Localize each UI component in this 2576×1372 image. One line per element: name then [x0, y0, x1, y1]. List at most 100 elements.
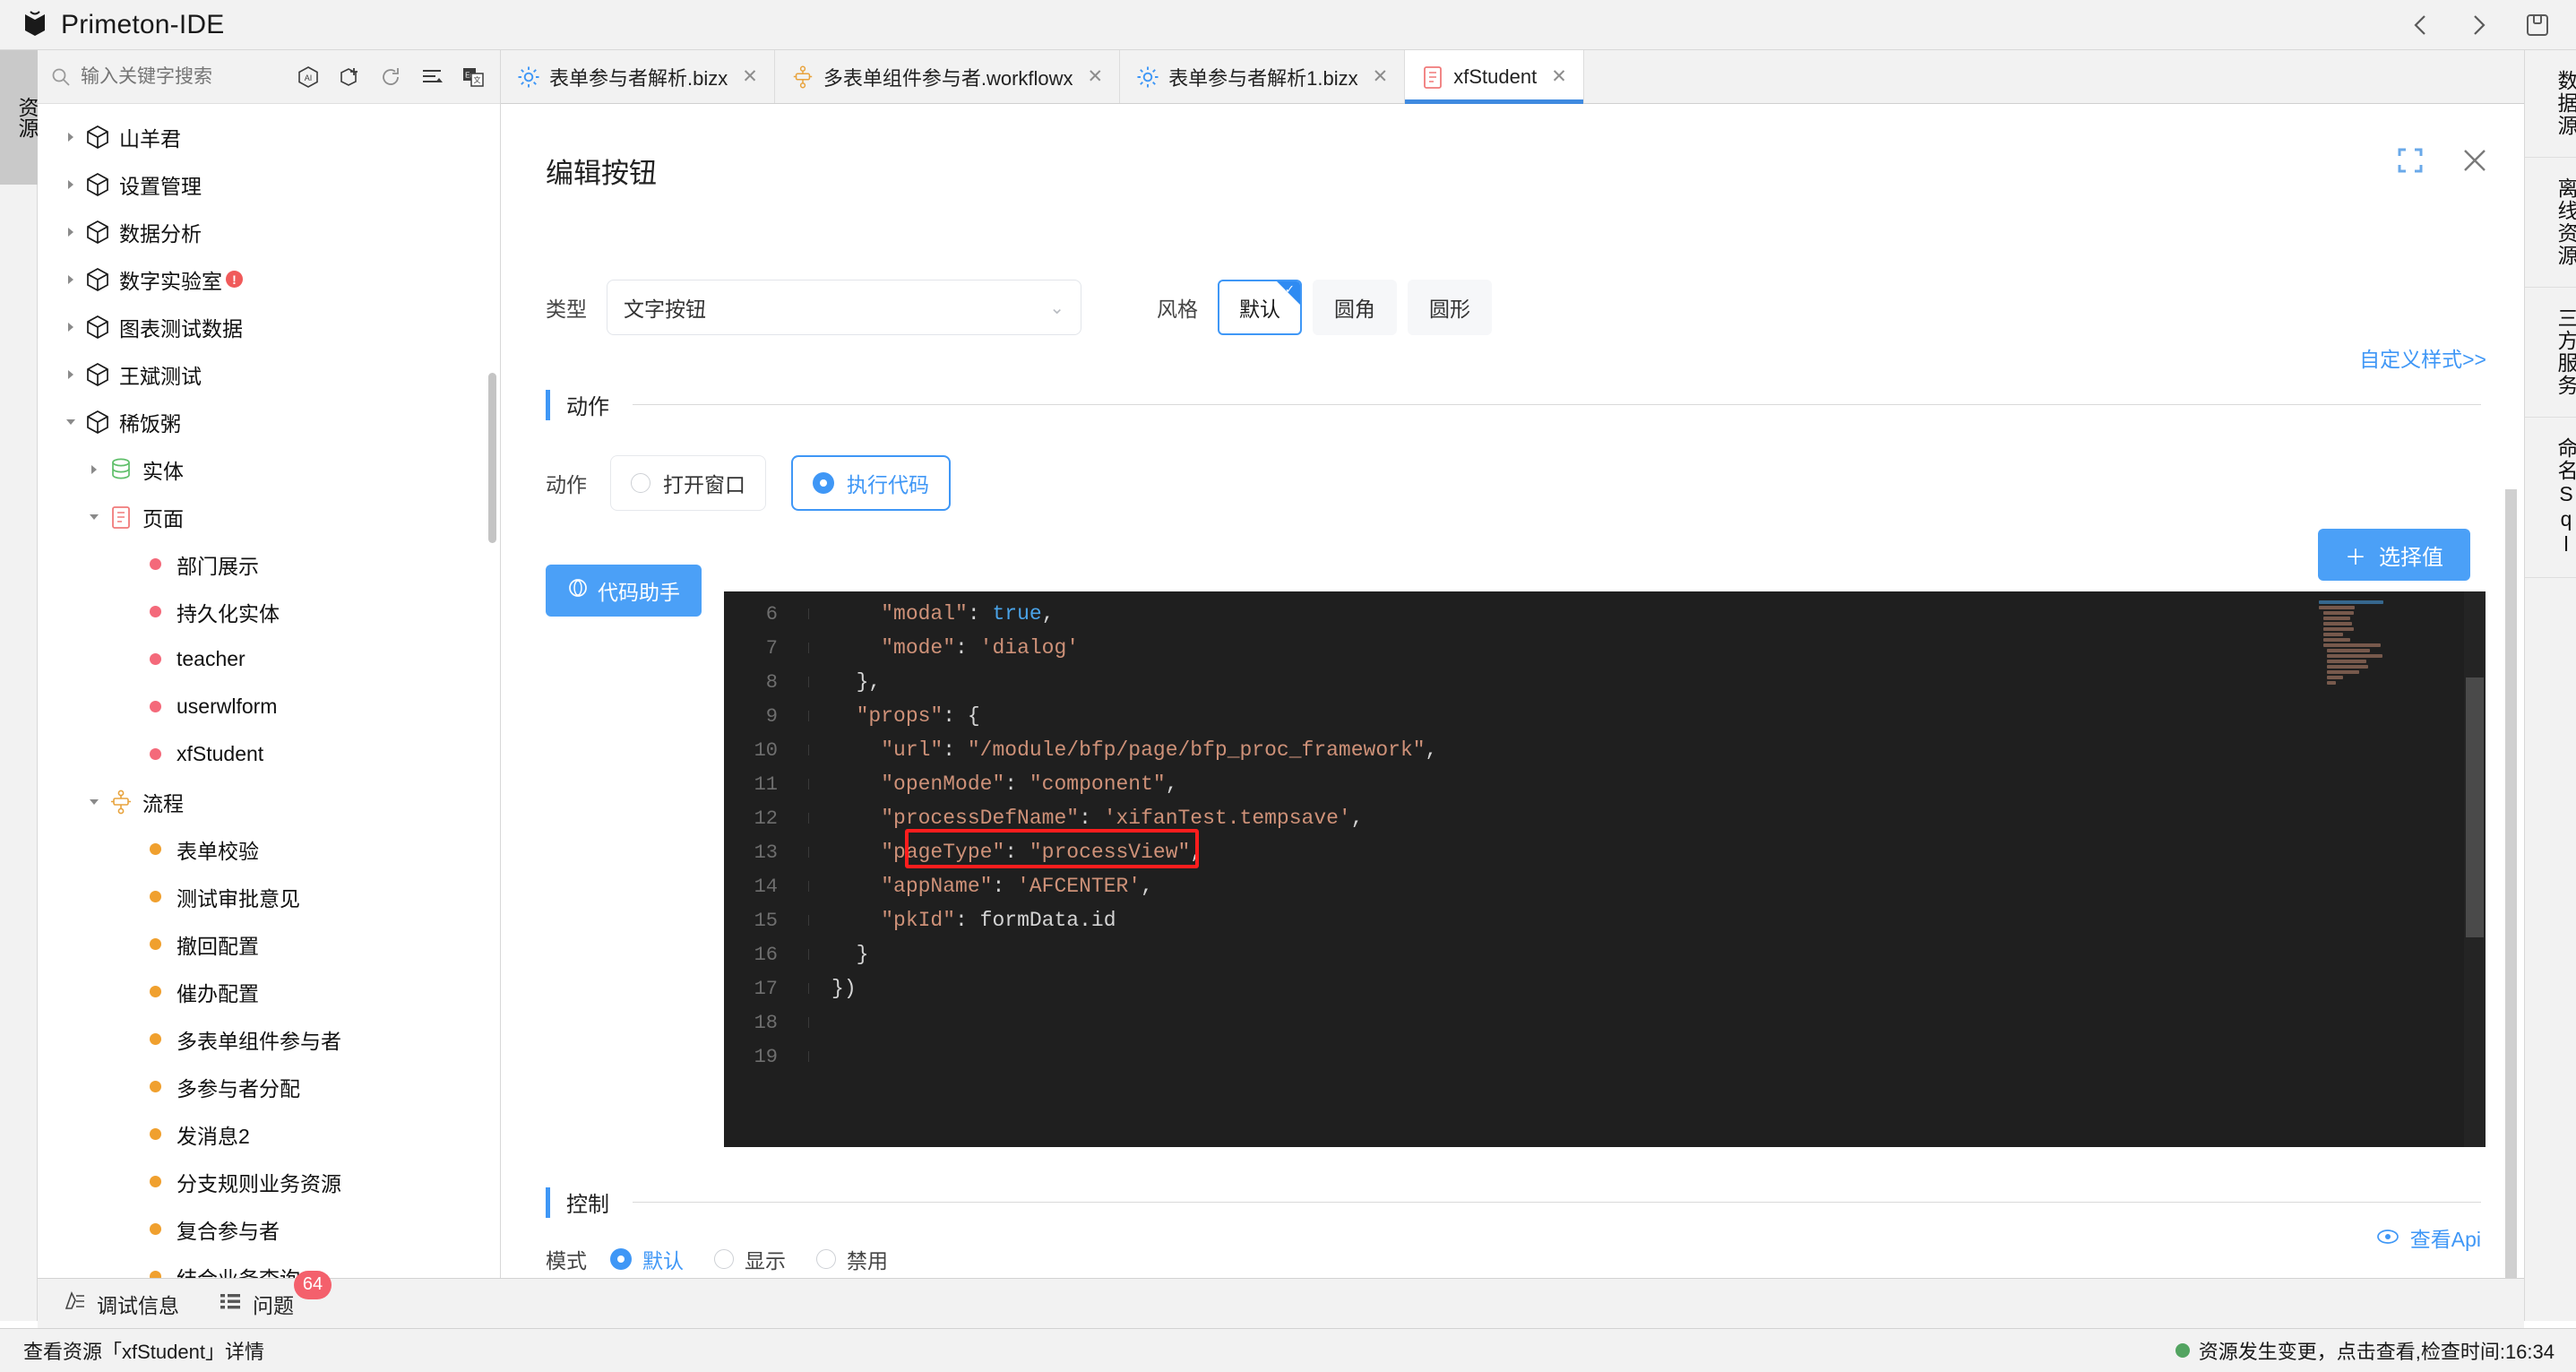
- tree-item-结合业务查询[interactable]: 结合业务查询: [38, 1253, 500, 1278]
- code-line-11[interactable]: 11 "openMode": "component",: [724, 767, 2486, 801]
- status-left-text[interactable]: 查看资源「xfStudent」详情: [23, 1336, 264, 1365]
- tree-item-撤回配置[interactable]: 撤回配置: [38, 920, 500, 968]
- close-icon[interactable]: ✕: [1373, 65, 1389, 88]
- chevron-right-icon[interactable]: [61, 365, 81, 384]
- action-option-打开窗口[interactable]: 打开窗口: [610, 455, 766, 511]
- tree-item-多参与者分配[interactable]: 多参与者分配: [38, 1063, 500, 1110]
- type-select[interactable]: 文字按钮 ⌄: [607, 280, 1081, 335]
- tree-item-稀饭粥[interactable]: 稀饭粥: [38, 398, 500, 445]
- view-api-link[interactable]: 查看Api: [2410, 1222, 2481, 1253]
- sidebar-scrollbar[interactable]: [488, 373, 496, 543]
- right-rail-tab-命名Sql[interactable]: 命名Sql: [2525, 418, 2576, 578]
- right-rail-tab-离线资源[interactable]: 离线资源: [2525, 158, 2576, 288]
- tree-item-发消息2[interactable]: 发消息2: [38, 1110, 500, 1158]
- code-assistant-button[interactable]: 代码助手: [546, 565, 702, 617]
- tree-item-王斌测试[interactable]: 王斌测试: [38, 350, 500, 398]
- action-option-执行代码[interactable]: 执行代码: [791, 455, 951, 511]
- tree-item-山羊君[interactable]: 山羊君: [38, 113, 500, 160]
- search-input[interactable]: [81, 65, 269, 88]
- tree-item-图表测试数据[interactable]: 图表测试数据: [38, 303, 500, 350]
- right-rail-tab-数据源[interactable]: 数据源: [2525, 50, 2576, 158]
- dialog-scrollbar[interactable]: [2505, 489, 2517, 1278]
- tree-item-数字实验室[interactable]: 数字实验室!: [38, 255, 500, 303]
- translate-icon[interactable]: En 文: [461, 65, 486, 90]
- mode-option-默认[interactable]: 默认: [610, 1244, 684, 1274]
- ai-icon[interactable]: AI: [296, 65, 321, 90]
- code-text: "props": {: [856, 704, 980, 728]
- save-disk-icon[interactable]: [2524, 12, 2551, 39]
- code-line-19[interactable]: 19: [724, 1040, 2486, 1074]
- add-package-icon[interactable]: [337, 65, 362, 90]
- minimap-line: [2319, 600, 2383, 604]
- chevron-right-icon[interactable]: [61, 270, 81, 289]
- pick-value-button[interactable]: ＋ 选择值: [2318, 529, 2470, 581]
- tree-item-多表单组件参与者[interactable]: 多表单组件参与者: [38, 1015, 500, 1063]
- code-line-15[interactable]: 15 "pkId": formData.id: [724, 903, 2486, 937]
- code-line-6[interactable]: 6 "modal": true,: [724, 597, 2486, 631]
- chevron-right-icon[interactable]: [61, 175, 81, 194]
- status-right-text[interactable]: 资源发生变更，点击查看,检查时间:16:34: [2199, 1336, 2554, 1365]
- bottom-bar-item-问题[interactable]: 问题 64: [219, 1270, 332, 1319]
- chevron-down-icon[interactable]: [61, 412, 81, 432]
- chevron-down-icon[interactable]: [84, 507, 104, 527]
- editor-scrollbar[interactable]: [2464, 591, 2486, 1147]
- style-option-默认[interactable]: 默认: [1218, 280, 1302, 335]
- refresh-icon[interactable]: [378, 65, 403, 90]
- tree-item-部门展示[interactable]: 部门展示: [38, 540, 500, 588]
- tree-item-表单校验[interactable]: 表单校验: [38, 825, 500, 873]
- editor-tab-多表单组件参与者.workflowx[interactable]: 多表单组件参与者.workflowx ✕: [775, 50, 1121, 103]
- close-icon[interactable]: ✕: [1551, 65, 1567, 88]
- editor-tab-xfStudent[interactable]: xfStudent ✕: [1405, 50, 1584, 104]
- style-option-圆角[interactable]: 圆角: [1313, 280, 1397, 335]
- sort-icon[interactable]: [419, 65, 444, 90]
- expand-icon[interactable]: [2397, 147, 2424, 178]
- chevron-left-icon[interactable]: [2409, 12, 2433, 39]
- mode-radio-group: 默认 显示 禁用: [610, 1244, 888, 1274]
- code-line-16[interactable]: 16 }: [724, 937, 2486, 971]
- tree-item-分支规则业务资源[interactable]: 分支规则业务资源: [38, 1158, 500, 1205]
- right-rail-tab-三方服务[interactable]: 三方服务: [2525, 288, 2576, 418]
- tree-item-页面[interactable]: 页面: [38, 493, 500, 540]
- close-icon[interactable]: ✕: [1088, 65, 1104, 88]
- editor-tab-表单参与者解析.bizx[interactable]: 表单参与者解析.bizx ✕: [501, 50, 775, 103]
- tree-item-数据分析[interactable]: 数据分析: [38, 208, 500, 255]
- mode-option-禁用[interactable]: 禁用: [816, 1244, 888, 1274]
- close-icon[interactable]: ✕: [742, 65, 758, 88]
- bottom-bar-item-调试信息[interactable]: 调试信息: [63, 1289, 179, 1319]
- tree-item-teacher[interactable]: teacher: [38, 635, 500, 683]
- style-option-圆形[interactable]: 圆形: [1408, 280, 1492, 335]
- chevron-right-icon[interactable]: [61, 127, 81, 147]
- editor-scrollbar-thumb[interactable]: [2466, 677, 2484, 937]
- close-icon[interactable]: [2461, 147, 2488, 178]
- tree-item-催办配置[interactable]: 催办配置: [38, 968, 500, 1015]
- code-line-18[interactable]: 18: [724, 1005, 2486, 1040]
- tree-item-测试审批意见[interactable]: 测试审批意见: [38, 873, 500, 920]
- tree-item-设置管理[interactable]: 设置管理: [38, 160, 500, 208]
- chevron-right-icon[interactable]: [61, 222, 81, 242]
- chevron-down-icon[interactable]: [84, 792, 104, 812]
- code-editor[interactable]: 6 "modal": true, 7 "mode": 'dialog' 8 }, 9 …: [724, 591, 2486, 1147]
- code-line-17[interactable]: 17}): [724, 971, 2486, 1005]
- code-line-14[interactable]: 14 "appName": 'AFCENTER',: [724, 869, 2486, 903]
- tree-item-流程[interactable]: 流程: [38, 778, 500, 825]
- editor-tab-表单参与者解析1.bizx[interactable]: 表单参与者解析1.bizx ✕: [1120, 50, 1406, 103]
- code-line-8[interactable]: 8 },: [724, 665, 2486, 699]
- tree-item-实体[interactable]: 实体: [38, 445, 500, 493]
- chevron-right-icon[interactable]: [2467, 12, 2490, 39]
- mode-option-显示[interactable]: 显示: [714, 1244, 786, 1274]
- tree-item-持久化实体[interactable]: 持久化实体: [38, 588, 500, 635]
- tree-item-复合参与者[interactable]: 复合参与者: [38, 1205, 500, 1253]
- custom-style-link[interactable]: 自定义样式>>: [2359, 342, 2486, 373]
- editor-minimap[interactable]: [2319, 599, 2426, 685]
- tree-item-xfStudent[interactable]: xfStudent: [38, 730, 500, 778]
- left-rail-tab-resource[interactable]: 资源: [0, 50, 39, 185]
- tree-item-userwlform[interactable]: userwlform: [38, 683, 500, 730]
- chevron-right-icon[interactable]: [61, 317, 81, 337]
- code-line-10[interactable]: 10 "url": "/module/bfp/page/bfp_proc_fra…: [724, 733, 2486, 767]
- code-line-7[interactable]: 7 "mode": 'dialog': [724, 631, 2486, 665]
- code-line-9[interactable]: 9 "props": {: [724, 699, 2486, 733]
- code-line-13[interactable]: 13 "pageType": "processView",: [724, 835, 2486, 869]
- action-radio-group: 打开窗口 执行代码: [610, 455, 951, 511]
- chevron-right-icon[interactable]: [84, 460, 104, 479]
- code-line-12[interactable]: 12 "processDefName": 'xifanTest.tempsave…: [724, 801, 2486, 835]
